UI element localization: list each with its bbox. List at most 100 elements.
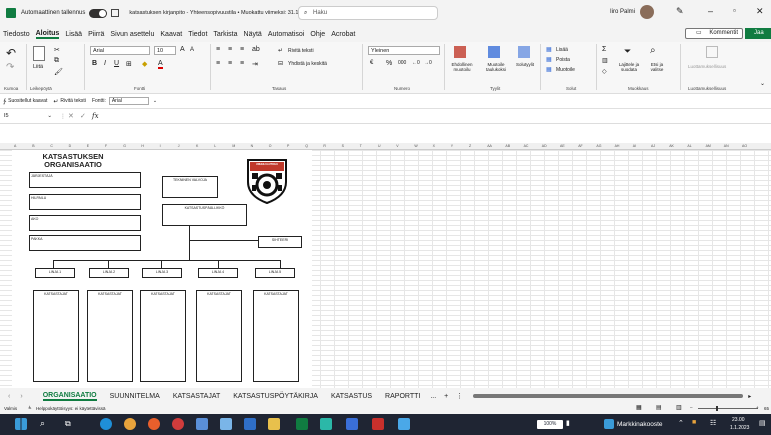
- app-icon[interactable]: [320, 418, 332, 430]
- page-break-icon[interactable]: ▥: [676, 404, 682, 411]
- clock-date[interactable]: 1.1.2023: [730, 425, 749, 431]
- font-size-select[interactable]: 10: [154, 46, 176, 55]
- close-icon[interactable]: ✕: [756, 6, 764, 17]
- tab-katsastus[interactable]: KATSASTUS: [331, 393, 372, 400]
- news-widget-label[interactable]: Markkinakooste: [617, 421, 663, 428]
- font-color-icon[interactable]: A: [158, 60, 163, 69]
- news-widget-icon[interactable]: [604, 419, 614, 429]
- cell-styles-icon[interactable]: [518, 46, 530, 58]
- qa-customize-icon[interactable]: ⌄: [153, 98, 157, 104]
- format-label[interactable]: Muotoile: [556, 67, 575, 73]
- formula-input[interactable]: [106, 112, 766, 122]
- restore-icon[interactable]: ▫: [733, 6, 736, 15]
- menu-sivun-asettelu[interactable]: Sivun asettelu: [110, 31, 154, 38]
- decrease-decimal-icon[interactable]: →0: [424, 60, 432, 66]
- column-header[interactable]: O: [269, 144, 272, 148]
- wrap-text-label[interactable]: Rivitä teksti: [288, 48, 314, 54]
- column-header[interactable]: P: [287, 144, 289, 148]
- insert-function-icon[interactable]: fx: [92, 112, 99, 120]
- network-icon[interactable]: ☷: [710, 419, 716, 427]
- menu-lisaa[interactable]: Lisää: [65, 31, 82, 38]
- menu-acrobat[interactable]: Acrobat: [331, 31, 355, 38]
- column-header[interactable]: AD: [542, 144, 547, 148]
- wrap-text-icon[interactable]: ↵: [278, 47, 283, 54]
- comments-button[interactable]: ▭ Kommentit: [684, 28, 743, 39]
- column-header[interactable]: AJ: [651, 144, 655, 148]
- merge-center-label[interactable]: Yhdistä ja keskitä: [288, 61, 327, 67]
- align-right-icon[interactable]: ≡: [240, 60, 244, 67]
- column-header[interactable]: K: [196, 144, 198, 148]
- borders-icon[interactable]: ⊞: [126, 60, 132, 68]
- find-select-icon[interactable]: ⌕: [650, 45, 656, 56]
- prev-sheet-icon[interactable]: ‹: [8, 393, 10, 400]
- column-header[interactable]: AE: [560, 144, 565, 148]
- column-header[interactable]: D: [69, 144, 72, 148]
- menu-nayta[interactable]: Näytä: [244, 31, 262, 38]
- column-header[interactable]: Z: [469, 144, 471, 148]
- file-explorer-icon[interactable]: [268, 418, 280, 430]
- battery-icon[interactable]: ▮: [566, 419, 570, 427]
- menu-piirra[interactable]: Piirrä: [88, 31, 104, 38]
- sensitivity-icon[interactable]: [706, 46, 718, 58]
- column-header[interactable]: AH: [615, 144, 620, 148]
- windows-start-icon[interactable]: [15, 418, 27, 430]
- taskbar-search-icon[interactable]: ⌕: [40, 418, 45, 429]
- column-header[interactable]: Q: [305, 144, 308, 148]
- formula-more-icon[interactable]: ⋮: [60, 113, 66, 120]
- tab-organisaatio[interactable]: ORGANISAATIO: [42, 392, 97, 401]
- column-header[interactable]: F: [105, 144, 107, 148]
- align-bottom-icon[interactable]: ≡: [240, 46, 244, 53]
- tray-chevron-icon[interactable]: ⌃: [678, 419, 684, 427]
- column-header[interactable]: I: [160, 144, 161, 148]
- zoom-slider-thumb[interactable]: [716, 406, 718, 411]
- column-header[interactable]: C: [50, 144, 53, 148]
- column-header[interactable]: H: [141, 144, 144, 148]
- zoom-in-icon[interactable]: +: [756, 405, 759, 410]
- paste-label[interactable]: Liitä: [33, 64, 43, 70]
- tray-app-icon[interactable]: ■: [692, 419, 696, 426]
- conditional-format-icon[interactable]: [454, 46, 466, 58]
- merge-center-icon[interactable]: ⊟: [278, 60, 283, 67]
- ribbon-collapse-icon[interactable]: ⌄: [760, 80, 765, 87]
- worksheet-grid[interactable]: KATSASTUKSEN ORGANISAATIO URHEILUAUTOILU…: [0, 150, 771, 388]
- format-icon[interactable]: ▦: [546, 66, 552, 73]
- column-header[interactable]: AI: [633, 144, 636, 148]
- suggested-formulas-icon[interactable]: ∱: [3, 98, 6, 105]
- find-select-label[interactable]: Etsi ja valitse: [644, 62, 670, 72]
- acrobat-icon[interactable]: [372, 418, 384, 430]
- firefox-icon[interactable]: [148, 418, 160, 430]
- settings-icon[interactable]: [196, 418, 208, 430]
- cut-icon[interactable]: ✂: [54, 46, 60, 54]
- column-header[interactable]: X: [433, 144, 435, 148]
- more-sheets-button[interactable]: ...: [430, 393, 436, 400]
- zoom-level[interactable]: 65: [764, 406, 769, 411]
- column-header[interactable]: Y: [451, 144, 453, 148]
- notifications-icon[interactable]: ▤: [759, 419, 766, 427]
- insert-label[interactable]: Lisää: [556, 47, 568, 53]
- column-header[interactable]: B: [32, 144, 34, 148]
- page-layout-icon[interactable]: ▤: [656, 404, 662, 411]
- column-header[interactable]: T: [360, 144, 362, 148]
- tab-katsastajat[interactable]: KATSASTAJAT: [173, 393, 220, 400]
- save-icon[interactable]: [111, 9, 120, 17]
- fill-icon[interactable]: ▥: [602, 57, 608, 64]
- undo-icon[interactable]: ↶: [6, 46, 16, 60]
- column-header[interactable]: AF: [578, 144, 582, 148]
- sort-filter-label[interactable]: Lajittele ja suodata: [614, 62, 644, 72]
- cancel-entry-icon[interactable]: ✕: [68, 112, 74, 120]
- qa-wrap-text[interactable]: Rivitä teksti: [60, 98, 86, 104]
- task-view-icon[interactable]: ⧉: [65, 419, 71, 429]
- search-box[interactable]: ⌕ Haku: [298, 6, 438, 20]
- font-shrink-icon[interactable]: A: [190, 47, 194, 53]
- delete-label[interactable]: Poista: [556, 57, 570, 63]
- cond-format-label[interactable]: Ehdollinen muotoilu: [446, 62, 478, 72]
- autosave-toggle[interactable]: [89, 8, 108, 18]
- column-header[interactable]: V: [396, 144, 398, 148]
- delete-icon[interactable]: ▦: [546, 56, 552, 63]
- align-center-icon[interactable]: ≡: [228, 60, 232, 67]
- menu-automatisoi[interactable]: Automatisoi: [268, 31, 305, 38]
- accessibility-icon[interactable]: ♿: [28, 405, 32, 411]
- increase-decimal-icon[interactable]: ←0: [412, 60, 420, 66]
- qa-wrap-icon[interactable]: ↵: [53, 98, 58, 105]
- column-header[interactable]: U: [378, 144, 381, 148]
